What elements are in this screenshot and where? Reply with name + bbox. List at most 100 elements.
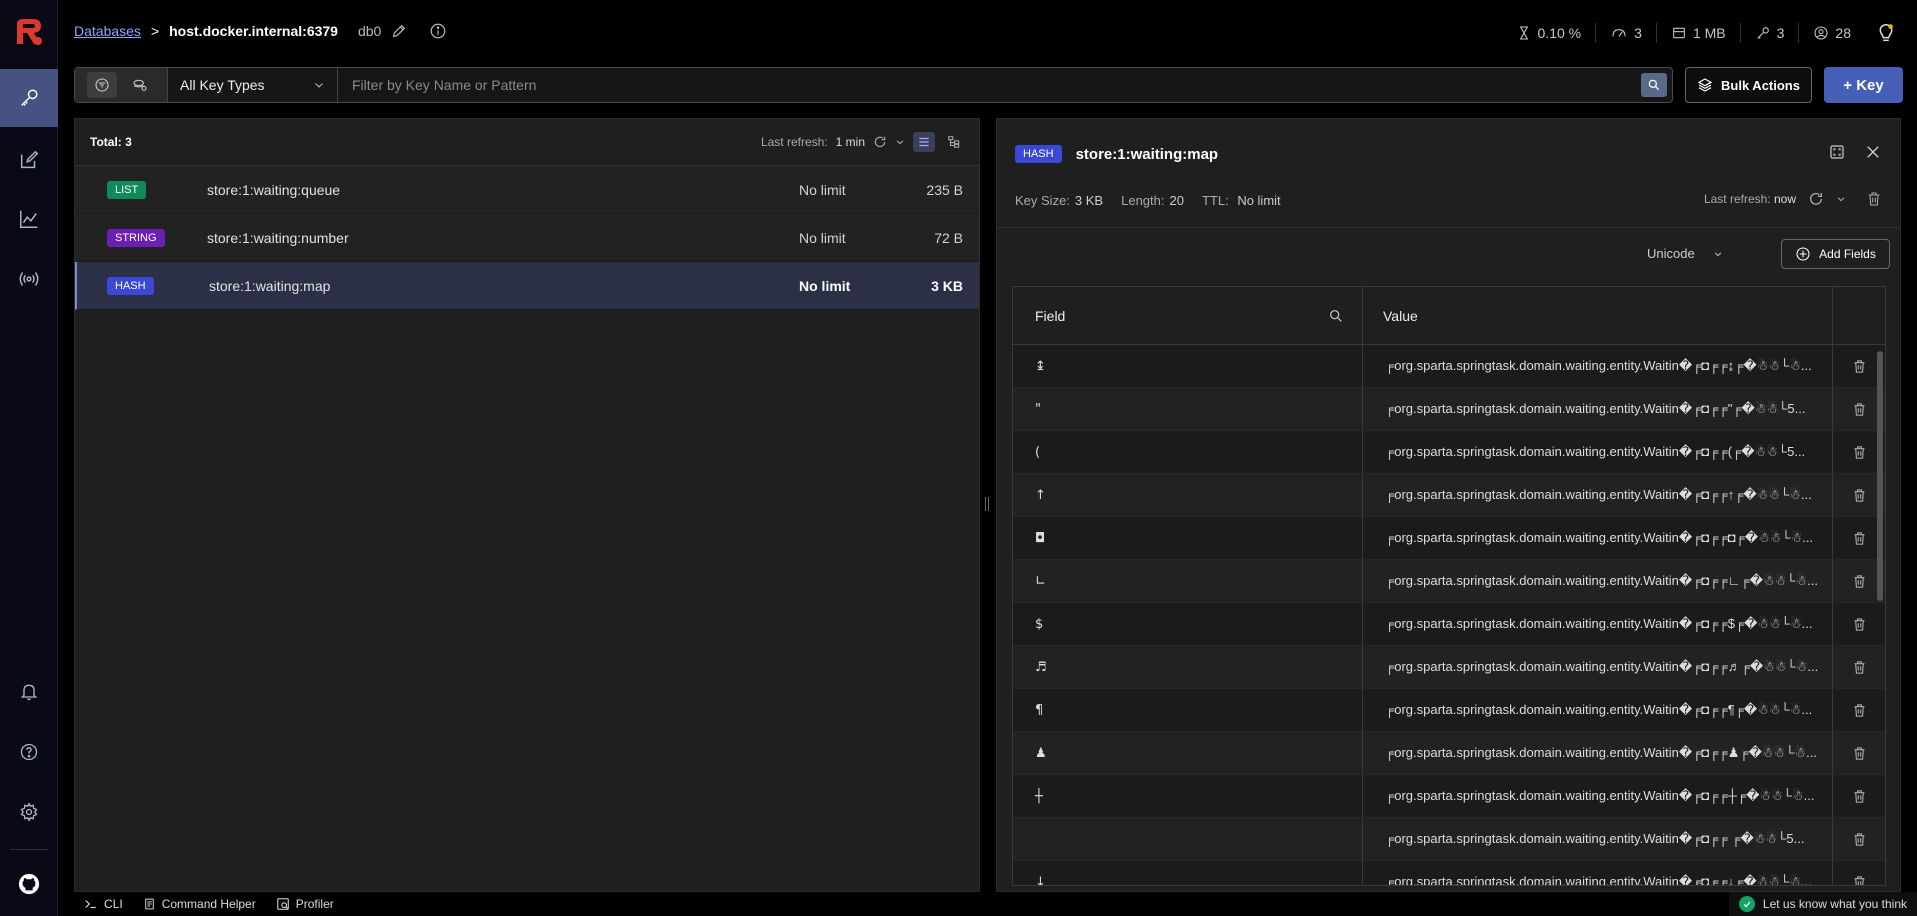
help-button[interactable] [0, 723, 58, 781]
semantic-search-button[interactable] [125, 72, 155, 98]
layers-search-icon [132, 77, 148, 93]
key-row-selected[interactable]: HASH store:1:waiting:map No limit 3 KB [75, 262, 979, 310]
key-stat-icon [1755, 25, 1771, 41]
browser-nav-button[interactable] [0, 69, 58, 127]
value-cell: ╒org.sparta.springtask.domain.waiting.en… [1363, 431, 1833, 473]
key-row[interactable]: STRING store:1:waiting:number No limit 7… [75, 214, 979, 262]
sidebar [0, 0, 58, 916]
table-row[interactable]: ♟ ╒org.sparta.springtask.domain.waiting.e… [1013, 732, 1885, 775]
feedback-link[interactable]: Let us know what you think [1728, 892, 1917, 916]
redis-logo-icon[interactable] [11, 14, 47, 50]
table-row[interactable]: (╒org.sparta.springtask.domain.waiting.e… [1013, 431, 1885, 474]
command-helper-label: Command Helper [161, 897, 256, 911]
table-row[interactable]: ◘ ╒org.sparta.springtask.domain.waiting.e… [1013, 517, 1885, 560]
value-cell: ╒org.sparta.springtask.domain.waiting.en… [1363, 732, 1833, 774]
value-cell: ╒org.sparta.springtask.domain.waiting.en… [1363, 560, 1833, 602]
workbench-nav-button[interactable] [0, 131, 58, 189]
pattern-search-button[interactable] [87, 72, 117, 98]
field-column-header: Field [1013, 287, 1363, 344]
breadcrumb-separator: > [150, 23, 160, 39]
table-row[interactable]: ╒org.sparta.springtask.domain.waiting.en… [1013, 818, 1885, 861]
delete-field-icon[interactable] [1833, 861, 1885, 885]
table-row[interactable]: " ╒org.sparta.springtask.domain.waiting.e… [1013, 388, 1885, 431]
edit-db-icon[interactable] [391, 23, 407, 39]
value-cell: ╒org.sparta.springtask.domain.waiting.en… [1363, 646, 1833, 688]
hash-fields-table: Field Value ↨ ╒org.sparta.springtask.doma… [1012, 286, 1886, 886]
analysis-nav-button[interactable] [0, 190, 58, 248]
profiler-label: Profiler [295, 897, 334, 911]
key-size-value: 3 KB [1074, 193, 1104, 208]
key-type-cell: HASH [77, 276, 209, 295]
ops-stat: 3 [1596, 23, 1657, 43]
bulk-actions-button[interactable]: Bulk Actions [1685, 67, 1812, 103]
panel-resize-handle[interactable] [985, 497, 989, 511]
table-row[interactable]: ↓ ╒org.sparta.springtask.domain.waiting.e… [1013, 861, 1885, 885]
pubsub-nav-button[interactable] [0, 250, 58, 308]
delete-key-icon[interactable] [1866, 191, 1882, 207]
field-cell: ↓ [1013, 861, 1363, 885]
speedometer-icon [1610, 25, 1628, 41]
delete-field-icon[interactable] [1833, 689, 1885, 731]
detail-title: HASH store:1:waiting:map [1015, 145, 1218, 163]
delete-field-icon[interactable] [1833, 646, 1885, 688]
value-column-label: Value [1383, 307, 1418, 324]
value-cell: ╒org.sparta.springtask.domain.waiting.en… [1363, 345, 1833, 387]
encoding-select[interactable]: Unicode [1647, 246, 1723, 261]
key-size: 3 KB [931, 277, 963, 294]
field-cell: ∟ [1013, 560, 1363, 602]
chevron-down-icon [313, 79, 325, 91]
search-submit-button[interactable] [1641, 73, 1667, 97]
total-keys: Total: 3 [90, 135, 132, 149]
table-row[interactable]: ↑ ╒org.sparta.springtask.domain.waiting.e… [1013, 474, 1885, 517]
refresh-icon[interactable] [1808, 191, 1824, 207]
close-icon[interactable] [1864, 143, 1882, 161]
key-ttl-meta[interactable]: TTL: No limit [1202, 193, 1281, 208]
info-icon[interactable] [429, 22, 447, 40]
cli-button[interactable]: CLI [84, 897, 123, 911]
cpu-value: 0.10 % [1537, 25, 1582, 41]
key-filter-input[interactable] [338, 68, 1636, 102]
table-row[interactable]: ∟ ╒org.sparta.springtask.domain.waiting.e… [1013, 560, 1885, 603]
detail-key-name[interactable]: store:1:waiting:map [1076, 146, 1219, 163]
field-cell [1013, 818, 1363, 860]
add-key-button[interactable]: + Key [1824, 67, 1903, 103]
table-row[interactable]: $ ╒org.sparta.springtask.domain.waiting.e… [1013, 603, 1885, 646]
databases-link[interactable]: Databases [74, 23, 141, 39]
field-cell: ¶ [1013, 689, 1363, 731]
tree-view-button[interactable] [943, 132, 965, 152]
expand-icon[interactable] [1828, 143, 1846, 161]
delete-field-icon[interactable] [1833, 603, 1885, 645]
delete-field-icon[interactable] [1833, 818, 1885, 860]
github-button[interactable] [0, 857, 58, 911]
auto-refresh-chevron-icon[interactable] [895, 137, 905, 147]
table-row[interactable]: ♬ ╒org.sparta.springtask.domain.waiting.e… [1013, 646, 1885, 689]
key-name: store:1:waiting:number [207, 229, 349, 246]
search-field-icon[interactable] [1328, 308, 1344, 324]
value-cell: ╒org.sparta.springtask.domain.waiting.en… [1363, 603, 1833, 645]
key-row[interactable]: LIST store:1:waiting:queue No limit 235 … [75, 166, 979, 214]
auto-refresh-chevron-icon[interactable] [1836, 194, 1846, 204]
table-row[interactable]: ¶ ╒org.sparta.springtask.domain.waiting.e… [1013, 689, 1885, 732]
insights-bulb-icon[interactable] [1875, 22, 1897, 44]
settings-button[interactable] [0, 783, 58, 841]
add-fields-button[interactable]: Add Fields [1781, 239, 1890, 269]
field-cell: " [1013, 388, 1363, 430]
memory-icon [1671, 25, 1687, 41]
delete-field-icon[interactable] [1833, 732, 1885, 774]
refresh-icon[interactable] [873, 135, 887, 149]
detail-type-badge: HASH [1015, 145, 1062, 163]
table-row[interactable]: ┼ ╒org.sparta.springtask.domain.waiting.e… [1013, 775, 1885, 818]
delete-field-icon[interactable] [1833, 775, 1885, 817]
profiler-button[interactable]: Profiler [276, 897, 334, 911]
chart-icon [18, 208, 40, 230]
table-row[interactable]: ↨ ╒org.sparta.springtask.domain.waiting.e… [1013, 345, 1885, 388]
key-type-select[interactable]: All Key Types [168, 68, 338, 102]
key-list-tools: Last refresh: 1 min [761, 132, 965, 152]
list-view-button[interactable] [913, 132, 935, 152]
table-scrollbar[interactable] [1877, 351, 1883, 601]
notifications-button[interactable] [0, 663, 58, 721]
user-icon [1813, 25, 1829, 41]
key-length-label: Length: [1121, 193, 1165, 208]
command-helper-button[interactable]: Command Helper [143, 897, 256, 911]
key-type-cell: LIST [75, 180, 207, 199]
